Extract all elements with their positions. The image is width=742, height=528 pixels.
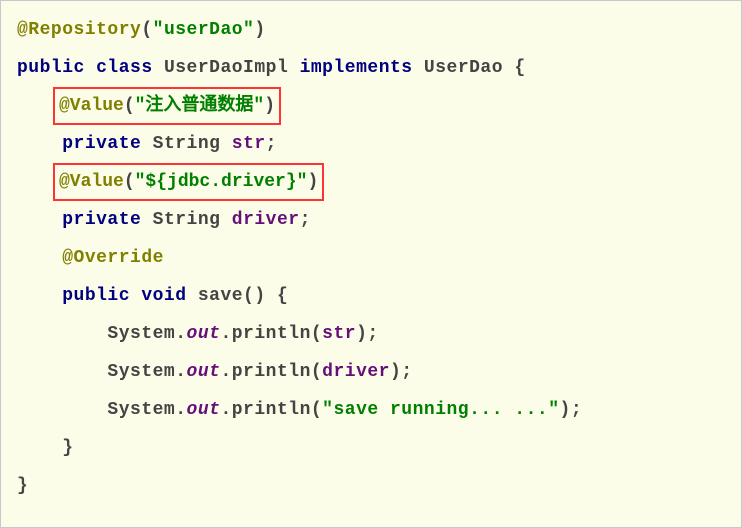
code-snippet: @Repository("userDao") public class User…: [0, 0, 742, 528]
close-brace-outer: }: [17, 476, 28, 496]
paren-open: (: [141, 20, 152, 40]
code-line-2: public class UserDaoImpl implements User…: [17, 49, 725, 87]
paren-close: ): [307, 172, 318, 192]
arg-str: str: [322, 324, 356, 344]
println: .println(: [220, 362, 322, 382]
type-string: String: [141, 134, 231, 154]
system: System.: [107, 400, 186, 420]
type-string: String: [141, 210, 231, 230]
println: .println(: [220, 400, 322, 420]
paren-open: (: [124, 96, 135, 116]
indent: [17, 286, 62, 306]
highlight-box-2: @Value("${jdbc.driver}"): [53, 163, 324, 201]
code-line-12: }: [17, 429, 725, 467]
field-driver: driver: [232, 210, 300, 230]
code-line-10: System.out.println(driver);: [17, 353, 725, 391]
keyword-private: private: [62, 210, 141, 230]
keyword-implements: implements: [300, 58, 413, 78]
indent: [17, 362, 107, 382]
highlight-box-1: @Value("注入普通数据"): [53, 87, 281, 125]
code-line-1: @Repository("userDao"): [17, 11, 725, 49]
system: System.: [107, 324, 186, 344]
annotation-value: @Value: [59, 96, 124, 116]
keyword-private: private: [62, 134, 141, 154]
out-field: out: [187, 324, 221, 344]
code-line-8: public void save() {: [17, 277, 725, 315]
paren-close: ): [254, 20, 265, 40]
code-line-4: private String str;: [17, 125, 725, 163]
annotation-override: @Override: [62, 248, 164, 268]
end: );: [560, 400, 583, 420]
keyword-public: public: [17, 58, 85, 78]
string-jdbc: "${jdbc.driver}": [135, 172, 308, 192]
indent: [17, 134, 62, 154]
println: .println(: [220, 324, 322, 344]
code-line-3: @Value("注入普通数据"): [17, 87, 725, 125]
semicolon: ;: [266, 134, 277, 154]
indent: [17, 210, 62, 230]
indent: [17, 324, 107, 344]
paren-close: ): [264, 96, 275, 116]
string-userdao: "userDao": [153, 20, 255, 40]
arg-driver: driver: [322, 362, 390, 382]
keyword-void: void: [130, 286, 187, 306]
arg-string: "save running... ...": [322, 400, 559, 420]
string-chinese: "注入普通数据": [135, 96, 265, 116]
end: );: [390, 362, 413, 382]
annotation-repository: @Repository: [17, 20, 141, 40]
classname: UserDaoImpl: [153, 58, 300, 78]
end: );: [356, 324, 379, 344]
code-line-6: private String driver;: [17, 201, 725, 239]
system: System.: [107, 362, 186, 382]
out-field: out: [187, 400, 221, 420]
out-field: out: [187, 362, 221, 382]
paren-open: (: [124, 172, 135, 192]
code-line-9: System.out.println(str);: [17, 315, 725, 353]
code-line-7: @Override: [17, 239, 725, 277]
method-save: save() {: [187, 286, 289, 306]
code-line-13: }: [17, 467, 725, 505]
code-line-5: @Value("${jdbc.driver}"): [17, 163, 725, 201]
keyword-public: public: [62, 286, 130, 306]
indent: [17, 400, 107, 420]
semicolon: ;: [300, 210, 311, 230]
close-brace-inner: }: [17, 438, 74, 458]
keyword-class: class: [96, 58, 153, 78]
interface-name: UserDao {: [413, 58, 526, 78]
indent: [17, 248, 62, 268]
field-str: str: [232, 134, 266, 154]
annotation-value: @Value: [59, 172, 124, 192]
code-line-11: System.out.println("save running... ..."…: [17, 391, 725, 429]
